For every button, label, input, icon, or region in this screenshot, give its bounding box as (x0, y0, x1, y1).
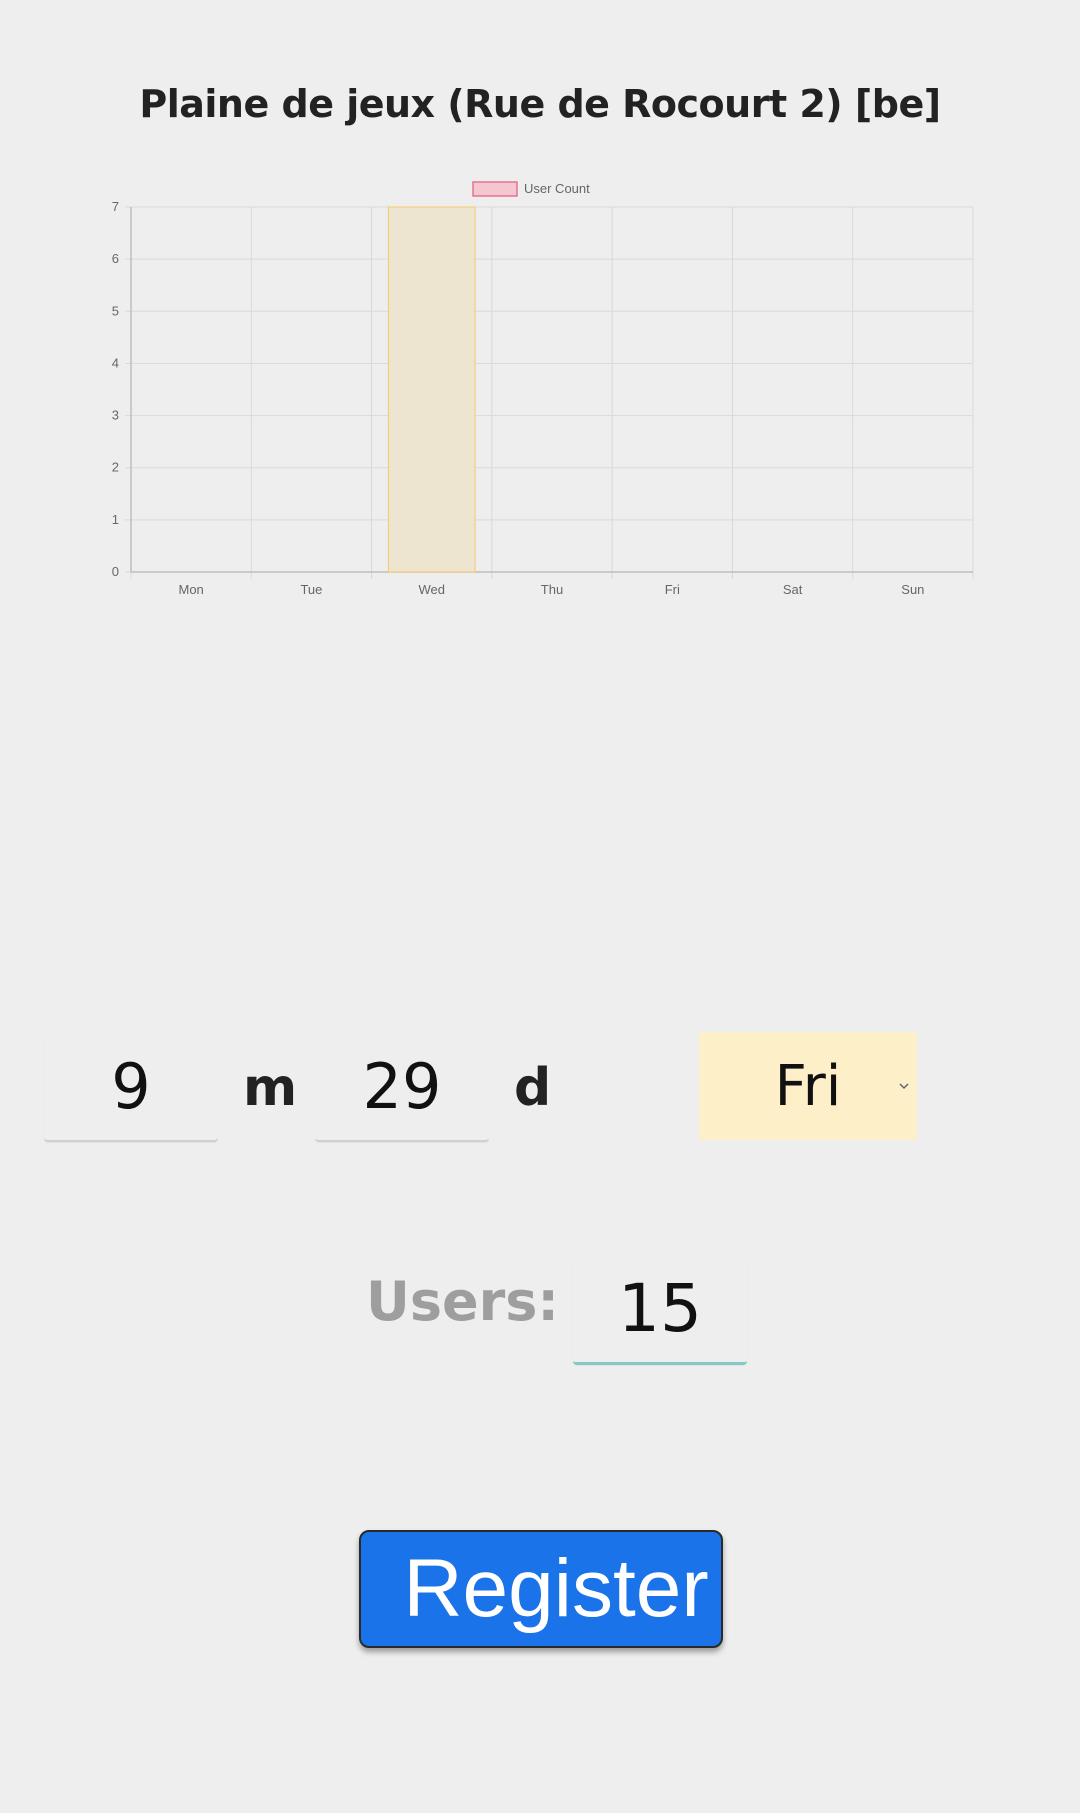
x-tick-label: Thu (541, 582, 563, 597)
users-input[interactable]: 15 (573, 1255, 747, 1365)
x-tick-label: Sat (783, 582, 803, 597)
weekday-select[interactable]: Fri (699, 1032, 917, 1140)
x-tick-label: Tue (300, 582, 322, 597)
legend-swatch (472, 181, 518, 197)
y-tick-label: 3 (112, 408, 119, 423)
bar-wed (387, 206, 476, 573)
y-tick-label: 1 (112, 512, 119, 527)
y-tick-label: 0 (112, 564, 119, 579)
page-title: Plaine de jeux (Rue de Rocourt 2) [be] (139, 82, 941, 126)
y-tick-label: 7 (112, 199, 119, 214)
y-tick-label: 5 (112, 303, 119, 318)
x-tick-label: Sun (901, 582, 924, 597)
y-tick-label: 6 (112, 251, 119, 266)
month-unit-label: m (243, 1058, 298, 1118)
bar-chart-svg: 0 1 2 3 4 5 6 7 Mon Tue Wed Thu Fri Sat Sun User Count (112, 181, 974, 597)
user-count-chart: 0 1 2 3 4 5 6 7 Mon Tue Wed Thu Fri Sat Sun User Count (90, 170, 990, 610)
day-unit-label: d (514, 1058, 552, 1118)
legend-label: User Count (524, 181, 590, 196)
day-input[interactable]: 29 (315, 1032, 489, 1142)
y-tick-label: 4 (112, 355, 119, 370)
weekday-select-value: Fri (774, 1053, 842, 1119)
chevron-down-icon (899, 1083, 909, 1090)
y-tick-label: 2 (112, 460, 119, 475)
x-tick-label: Mon (178, 582, 203, 597)
month-input[interactable]: 9 (44, 1032, 218, 1142)
users-label: Users: (366, 1270, 559, 1333)
x-tick-label: Fri (665, 582, 680, 597)
register-button[interactable]: Register (359, 1530, 723, 1648)
x-tick-label: Wed (418, 582, 445, 597)
